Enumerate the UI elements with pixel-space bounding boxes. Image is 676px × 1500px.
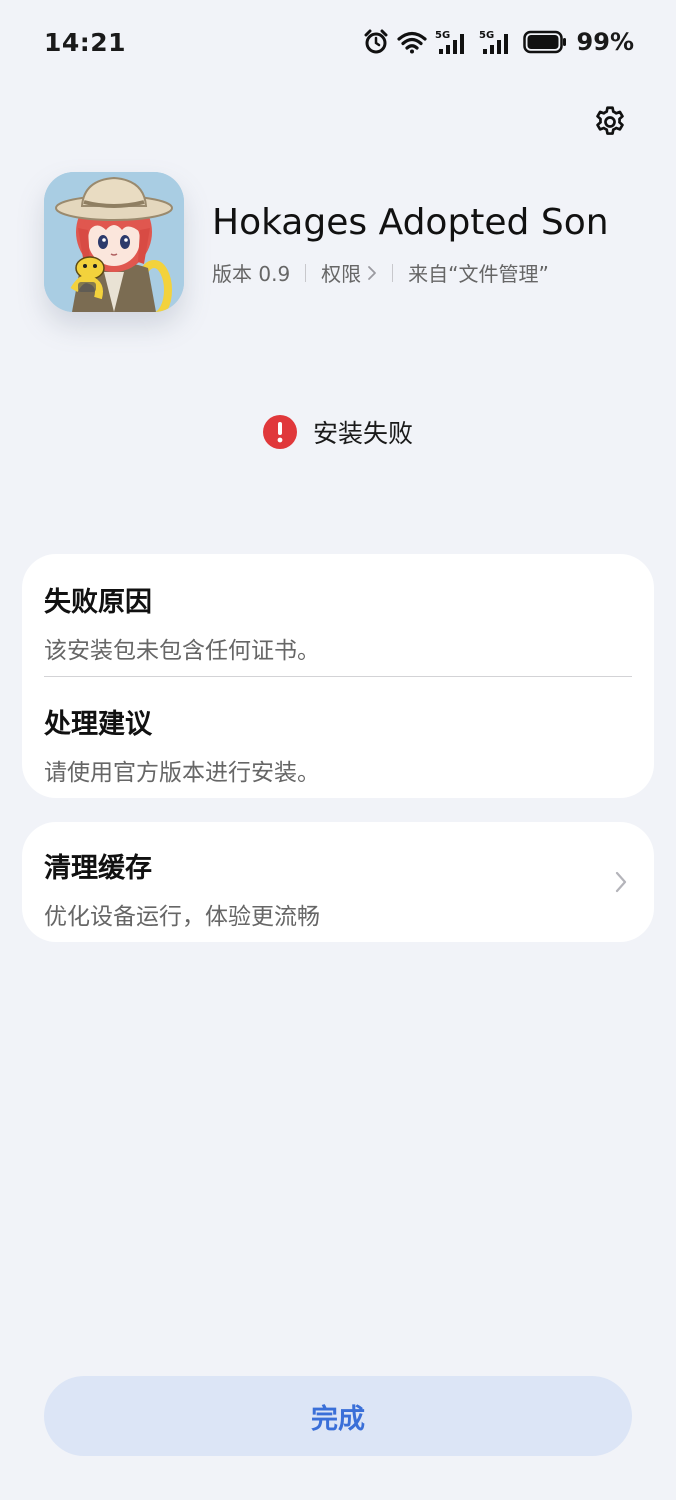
suggestion-text: 请使用官方版本进行安装。: [44, 760, 320, 786]
failure-reason-text: 该安装包未包含任何证书。: [44, 638, 320, 664]
gear-icon: [596, 106, 624, 135]
meta-divider: [305, 263, 307, 282]
svg-text:5G: 5G: [435, 30, 450, 41]
svg-text:5G: 5G: [479, 30, 494, 41]
settings-button[interactable]: [588, 100, 632, 144]
app-meta: 版本 0.9 权限 来自“文件管理”: [212, 258, 549, 287]
signal-5g-icon: 5G: [479, 30, 508, 54]
error-icon: [262, 415, 297, 449]
divider: [44, 676, 632, 677]
app-source: 来自“文件管理”: [408, 262, 549, 286]
chevron-right-icon: [368, 265, 377, 280]
failure-info-card: 失败原因 该安装包未包含任何证书。 处理建议 请使用官方版本进行安装。: [22, 554, 654, 798]
install-status: 安装失败: [0, 414, 676, 450]
chevron-right-icon: [615, 871, 627, 893]
failure-reason: 失败原因 该安装包未包含任何证书。: [44, 580, 632, 665]
suggestion-title: 处理建议: [44, 709, 152, 740]
battery-percent: 99%: [576, 28, 634, 56]
install-status-text: 安装失败: [312, 419, 413, 448]
done-button[interactable]: 完成: [44, 1376, 632, 1456]
battery-icon: [522, 30, 566, 54]
clear-cache-row: 清理缓存 优化设备运行，体验更流畅: [44, 846, 632, 931]
permissions-label: 权限: [321, 262, 362, 286]
permissions-link[interactable]: 权限: [321, 258, 377, 287]
app-name: Hokages Adopted Son: [212, 202, 609, 243]
wifi-icon: [396, 31, 427, 54]
clear-cache-card[interactable]: 清理缓存 优化设备运行，体验更流畅: [22, 822, 654, 942]
suggestion: 处理建议 请使用官方版本进行安装。: [44, 702, 632, 787]
failure-reason-title: 失败原因: [44, 587, 152, 618]
app-version: 版本 0.9: [212, 262, 291, 286]
app-icon: [44, 172, 184, 312]
status-bar: 14:21 5G 5G 99%: [0, 0, 676, 84]
clear-cache-subtitle: 优化设备运行，体验更流畅: [44, 904, 320, 930]
installer-screen: 14:21 5G 5G 99% Hokages Adopted Son 版本 0…: [0, 0, 676, 1500]
signal-5g-icon: 5G: [435, 30, 464, 54]
meta-divider: [392, 263, 394, 282]
status-icons: 5G 5G 99%: [363, 28, 634, 56]
alarm-icon: [364, 29, 388, 54]
status-time: 14:21: [44, 27, 127, 57]
clear-cache-title: 清理缓存: [44, 853, 152, 884]
